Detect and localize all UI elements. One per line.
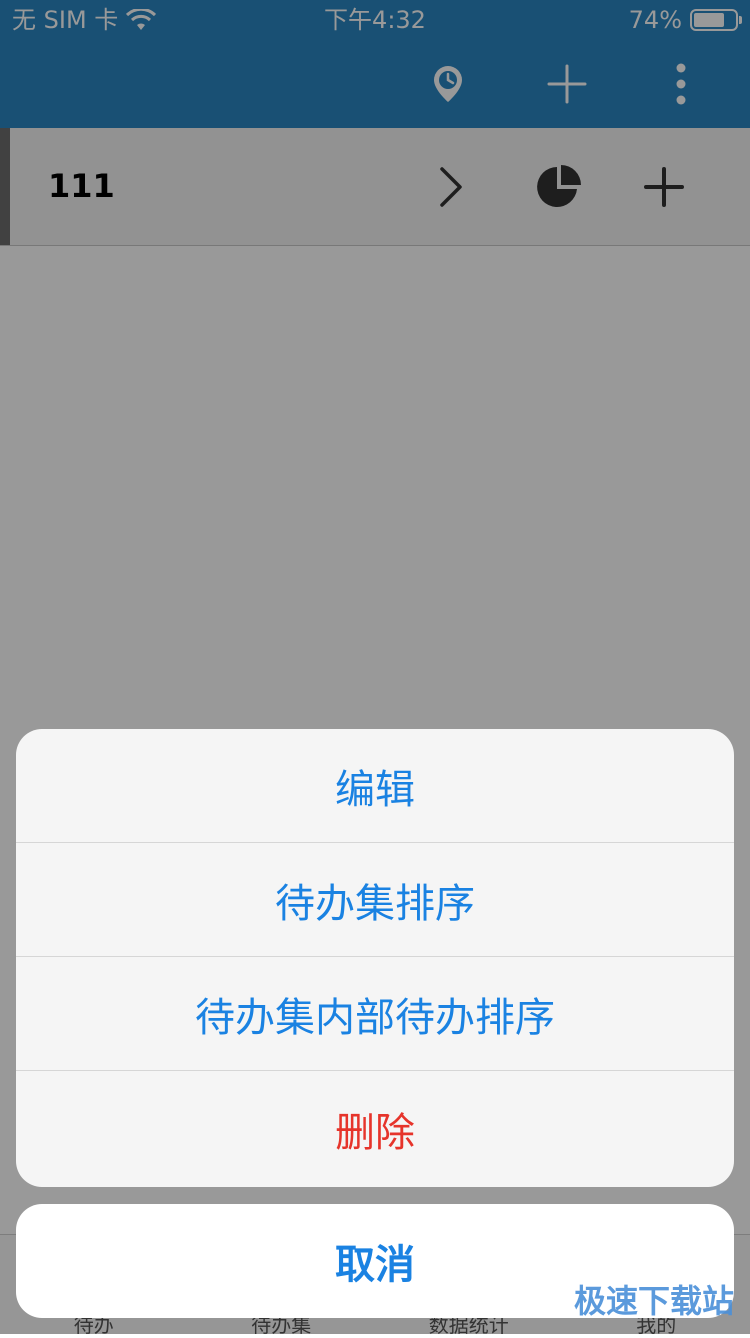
sort-group-todos-button[interactable]: 待办集内部待办排序 [16, 957, 734, 1071]
watermark-text: 极速下载站 [574, 1276, 734, 1322]
sort-groups-button[interactable]: 待办集排序 [16, 843, 734, 957]
action-sheet: 编辑 待办集排序 待办集内部待办排序 删除 [16, 729, 734, 1187]
edit-button[interactable]: 编辑 [16, 729, 734, 843]
delete-button[interactable]: 删除 [16, 1071, 734, 1187]
status-dim-overlay [0, 0, 750, 40]
